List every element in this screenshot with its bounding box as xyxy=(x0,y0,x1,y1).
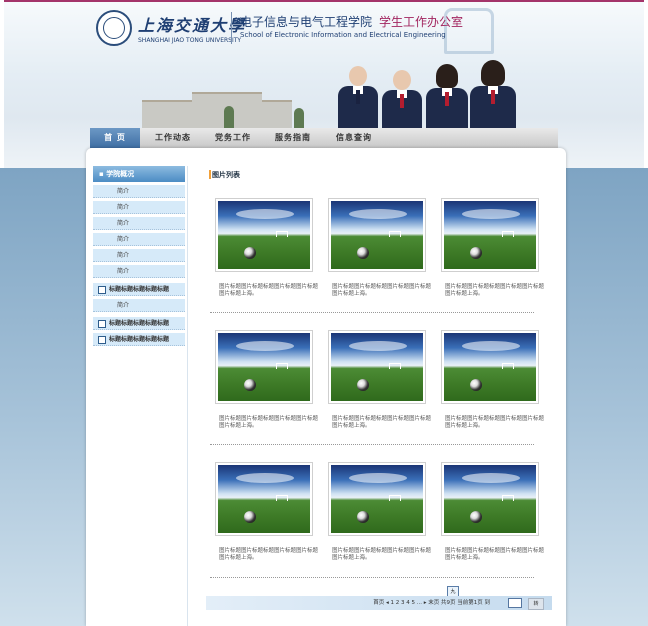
sidebar-item-intro[interactable]: 简介 xyxy=(93,265,185,278)
sidebar-category[interactable]: 标题标题标题标题标题 xyxy=(93,333,185,346)
photo-caption[interactable]: 图片标题图片标题标题图片标题图片标题图片标题上海。 xyxy=(445,284,549,298)
soccer-field-image xyxy=(218,465,310,533)
soccer-ball-icon xyxy=(470,247,482,259)
sidebar: ▪ 学院概况 简介 简介 简介 简介 简介 简介 标题标题标题标题标题 简介 标… xyxy=(91,166,188,626)
page-number-input[interactable] xyxy=(508,598,522,608)
sidebar-item-intro[interactable]: 简介 xyxy=(93,201,185,214)
page-title: 图片列表 xyxy=(212,171,240,179)
soccer-ball-icon xyxy=(357,247,369,259)
expand-box-icon xyxy=(98,336,106,344)
sidebar-category[interactable]: 标题标题标题标题标题 xyxy=(93,317,185,330)
photo-caption[interactable]: 图片标题图片标题标题图片标题图片标题图片标题上海。 xyxy=(219,284,323,298)
photo-caption[interactable]: 图片标题图片标题标题图片标题图片标题图片标题上海。 xyxy=(445,416,549,430)
photo-caption[interactable]: 图片标题图片标题标题图片标题图片标题图片标题上海。 xyxy=(332,548,436,562)
expand-box-icon xyxy=(98,286,106,294)
sidebar-category[interactable]: 标题标题标题标题标题 xyxy=(93,283,185,296)
pagination-text[interactable]: 首页 ◂ 1 2 3 4 5 ... ▸ 末页 共9页 当前第1页 到 xyxy=(373,596,490,610)
title-marker xyxy=(209,170,211,179)
photo-thumbnail[interactable] xyxy=(328,330,426,404)
nav-item-home[interactable]: 首 页 xyxy=(90,128,140,148)
soccer-field-image xyxy=(331,333,423,401)
nav-item-guide[interactable]: 服务指南 xyxy=(264,128,322,148)
row-divider xyxy=(210,444,534,445)
university-name-en: SHANGHAI JIAO TONG UNIVERSITY xyxy=(138,37,242,44)
students-photo xyxy=(334,58,520,128)
header-divider xyxy=(231,12,232,44)
photo-caption[interactable]: 图片标题图片标题标题图片标题图片标题图片标题上海。 xyxy=(219,548,323,562)
soccer-ball-icon xyxy=(357,379,369,391)
nav-item-news[interactable]: 工作动态 xyxy=(144,128,202,148)
university-seal-icon xyxy=(96,10,132,46)
photo-caption[interactable]: 图片标题图片标题标题图片标题图片标题图片标题上海。 xyxy=(332,284,436,298)
soccer-ball-icon xyxy=(470,511,482,523)
soccer-ball-icon xyxy=(357,511,369,523)
soccer-field-image xyxy=(444,465,536,533)
soccer-field-image xyxy=(218,333,310,401)
soccer-field-image xyxy=(444,333,536,401)
pagination-bar: 首页 ◂ 1 2 3 4 5 ... ▸ 末页 共9页 当前第1页 到 转 xyxy=(206,596,552,610)
photo-thumbnail[interactable] xyxy=(215,462,313,536)
soccer-field-image xyxy=(218,201,310,269)
university-logo[interactable]: 上海交通大學 SHANGHAI JIAO TONG UNIVERSITY xyxy=(96,10,246,46)
go-button[interactable]: 转 xyxy=(528,598,544,610)
photo-thumbnail[interactable] xyxy=(441,462,539,536)
sidebar-item-intro[interactable]: 简介 xyxy=(93,233,185,246)
photo-caption[interactable]: 图片标题图片标题标题图片标题图片标题图片标题上海。 xyxy=(445,548,549,562)
school-name-cn: 电子信息与电气工程学院 xyxy=(240,15,373,29)
header-accent-line xyxy=(4,0,644,2)
sidebar-item-intro[interactable]: 简介 xyxy=(93,217,185,230)
campus-skyline-image xyxy=(82,84,342,128)
photo-caption[interactable]: 图片标题图片标题标题图片标题图片标题图片标题上海。 xyxy=(219,416,323,430)
sidebar-item-intro[interactable]: 简介 xyxy=(93,185,185,198)
soccer-ball-icon xyxy=(470,379,482,391)
soccer-field-image xyxy=(444,201,536,269)
photo-caption[interactable]: 图片标题图片标题标题图片标题图片标题图片标题上海。 xyxy=(332,416,436,430)
office-name: 学生工作办公室 xyxy=(379,15,464,29)
soccer-field-image xyxy=(331,465,423,533)
school-name-en: School of Electronic Information and Ele… xyxy=(240,31,446,39)
nav-item-party[interactable]: 党务工作 xyxy=(206,128,260,148)
row-divider xyxy=(210,312,534,313)
nav-item-query[interactable]: 信息查询 xyxy=(326,128,382,148)
photo-thumbnail[interactable] xyxy=(215,330,313,404)
soccer-ball-icon xyxy=(244,511,256,523)
expand-box-icon xyxy=(98,320,106,328)
row-divider xyxy=(210,577,534,578)
photo-thumbnail[interactable] xyxy=(328,198,426,272)
sidebar-heading[interactable]: ▪ 学院概况 xyxy=(93,166,185,182)
soccer-ball-icon xyxy=(244,379,256,391)
university-name-cn: 上海交通大學 xyxy=(138,16,247,35)
soccer-field-image xyxy=(331,201,423,269)
photo-thumbnail[interactable] xyxy=(328,462,426,536)
soccer-ball-icon xyxy=(244,247,256,259)
sidebar-item-intro[interactable]: 简介 xyxy=(93,299,185,312)
sidebar-item-intro[interactable]: 简介 xyxy=(93,249,185,262)
photo-thumbnail[interactable] xyxy=(441,330,539,404)
main-nav: 首 页 工作动态 党务工作 服务指南 信息查询 xyxy=(90,128,558,148)
photo-thumbnail[interactable] xyxy=(215,198,313,272)
photo-thumbnail[interactable] xyxy=(441,198,539,272)
